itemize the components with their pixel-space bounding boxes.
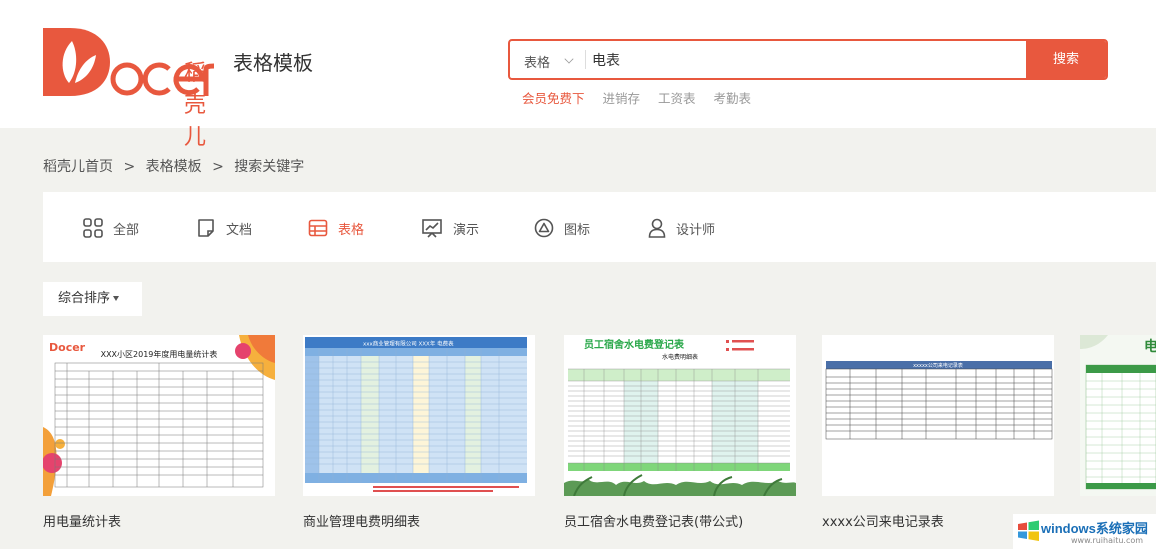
hot-link-payroll[interactable]: 工资表 bbox=[658, 91, 696, 106]
template-title-3[interactable]: 员工宿舍水电费登记表(带公式) bbox=[564, 511, 743, 530]
hot-link-attendance[interactable]: 考勤表 bbox=[714, 91, 752, 106]
breadcrumb: 稻壳儿首页 > 表格模板 > 搜索关键字 bbox=[43, 156, 304, 176]
shape-icon bbox=[534, 218, 554, 238]
logo-chinese-name: 稻壳儿 bbox=[184, 61, 208, 150]
thumb-heading: 员工宿舍水电费登记表 bbox=[584, 338, 685, 351]
presentation-icon bbox=[422, 219, 442, 238]
category-presentations[interactable]: 演示 bbox=[421, 217, 479, 239]
template-thumbnail: xxx商业管理有限公司 XXX年 电费表 bbox=[303, 335, 535, 496]
search-category-label: 表格 bbox=[524, 56, 551, 71]
breadcrumb-separator: > bbox=[123, 159, 136, 175]
category-tables-label: 表格 bbox=[338, 222, 365, 238]
template-card-1[interactable]: Docer XXX小区2019年度用电量统计表 bbox=[43, 335, 275, 496]
document-icon bbox=[198, 219, 214, 237]
site-watermark: windows系统家园 www.ruihaitu.com bbox=[1013, 514, 1156, 549]
thumb-heading: xxxxx公司来电记录表 bbox=[913, 362, 963, 369]
breadcrumb-search-keyword: 搜索关键字 bbox=[234, 159, 305, 175]
template-card-4[interactable]: xxxxx公司来电记录表 bbox=[822, 335, 1054, 496]
category-icons[interactable]: 图标 bbox=[534, 217, 590, 239]
page-title: 表格模板 bbox=[233, 51, 313, 75]
breadcrumb-separator: > bbox=[212, 159, 224, 175]
template-card-3[interactable]: 员工宿舍水电费登记表 水电费明细表 bbox=[564, 335, 796, 496]
thumb-logo: Docer bbox=[49, 341, 86, 354]
category-presentations-label: 演示 bbox=[453, 222, 480, 238]
template-title-4[interactable]: xxxx公司来电记录表 bbox=[822, 511, 944, 530]
template-title-2[interactable]: 商业管理电费明细表 bbox=[303, 511, 420, 530]
sort-label: 综合排序 bbox=[58, 291, 111, 306]
template-card-2[interactable]: xxx商业管理有限公司 XXX年 电费表 bbox=[303, 335, 535, 496]
breadcrumb-table-templates[interactable]: 表格模板 bbox=[146, 159, 202, 175]
watermark-url: www.ruihaitu.com bbox=[1071, 536, 1144, 545]
category-all-label: 全部 bbox=[113, 222, 140, 238]
search-category-select[interactable]: 表格 bbox=[510, 41, 586, 78]
hot-link-member-free[interactable]: 会员免费下 bbox=[522, 91, 585, 106]
user-icon bbox=[648, 218, 666, 238]
template-title-1[interactable]: 用电量统计表 bbox=[43, 511, 121, 530]
category-designers[interactable]: 设计师 bbox=[648, 217, 715, 239]
category-bar: 全部 文档 表格 演示 图标 设计师 bbox=[43, 192, 1156, 262]
thumb-subheading: 水电费明细表 bbox=[662, 353, 698, 361]
thumb-heading: 电 bbox=[1144, 338, 1156, 355]
chevron-down-icon bbox=[564, 54, 574, 64]
category-icons-label: 图标 bbox=[564, 222, 591, 238]
watermark-text: windows系统家园 bbox=[1041, 521, 1148, 536]
search-divider bbox=[585, 50, 586, 69]
table-icon bbox=[308, 219, 328, 237]
template-thumbnail: xxxxx公司来电记录表 bbox=[822, 335, 1054, 496]
thumb-heading: xxx商业管理有限公司 XXX年 电费表 bbox=[363, 340, 454, 348]
windows-logo-icon bbox=[1018, 520, 1039, 541]
category-documents-label: 文档 bbox=[226, 222, 253, 238]
docer-logo[interactable]: 稻壳儿 bbox=[42, 25, 215, 150]
hot-link-inventory[interactable]: 进销存 bbox=[603, 91, 641, 106]
template-thumbnail: 电 bbox=[1080, 335, 1156, 496]
triangle-down-icon bbox=[113, 296, 120, 301]
search-box: 表格 搜索 bbox=[508, 39, 1108, 80]
template-thumbnail: Docer XXX小区2019年度用电量统计表 bbox=[43, 335, 275, 496]
category-all[interactable]: 全部 bbox=[83, 217, 139, 239]
breadcrumb-home[interactable]: 稻壳儿首页 bbox=[43, 159, 113, 175]
thumb-heading: XXX小区2019年度用电量统计表 bbox=[101, 349, 218, 359]
hot-search-links: 会员免费下 进销存 工资表 考勤表 bbox=[522, 88, 765, 107]
search-input[interactable] bbox=[590, 41, 1020, 78]
grid-icon bbox=[83, 218, 103, 238]
search-button[interactable]: 搜索 bbox=[1026, 41, 1106, 78]
template-card-5[interactable]: 电 bbox=[1080, 335, 1156, 496]
category-documents[interactable]: 文档 bbox=[196, 217, 252, 239]
template-thumbnail: 员工宿舍水电费登记表 水电费明细表 bbox=[564, 335, 796, 496]
category-designers-label: 设计师 bbox=[676, 222, 716, 238]
site-header: 稻壳儿 表格模板 表格 搜索 会员免费下 进销存 工资表 考勤表 bbox=[0, 0, 1156, 150]
category-tables[interactable]: 表格 bbox=[304, 215, 366, 241]
sort-dropdown[interactable]: 综合排序 bbox=[43, 282, 142, 316]
